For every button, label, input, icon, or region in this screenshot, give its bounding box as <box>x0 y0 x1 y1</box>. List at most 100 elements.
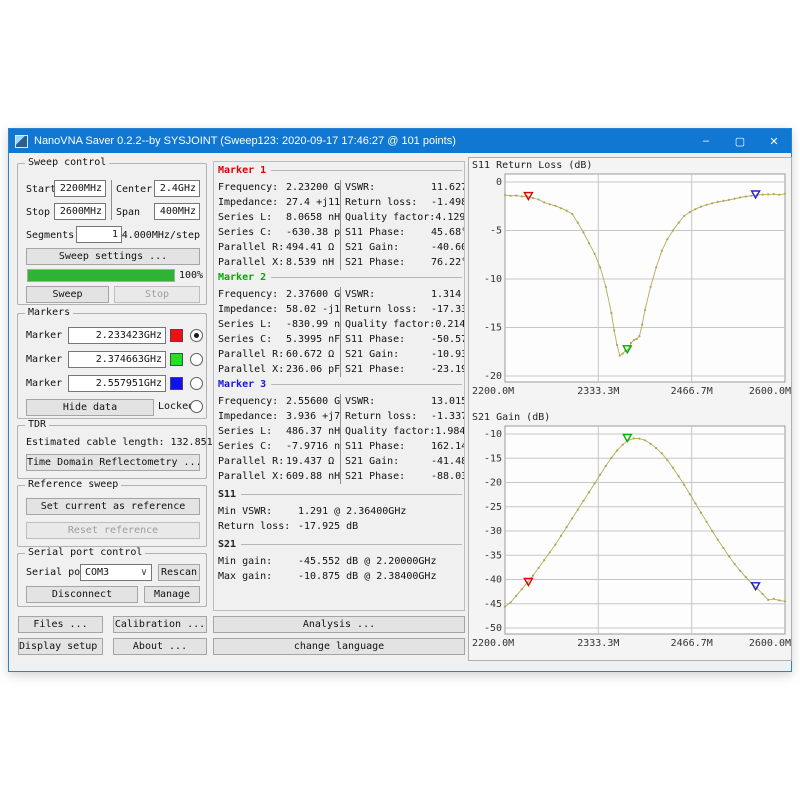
rescan-button[interactable]: Rescan <box>158 564 200 581</box>
tdr-group: TDR Estimated cable length: 132.851 m Ti… <box>17 425 207 479</box>
manage-button[interactable]: Manage <box>144 586 200 603</box>
y-tick-label: -50 <box>484 623 502 634</box>
tdr-button[interactable]: Time Domain Reflectometry ... <box>26 454 200 471</box>
x-tick-label: 2200.0M <box>472 638 514 649</box>
field-value: -23.19° <box>431 362 464 377</box>
field-row: VSWR:11.627 <box>345 180 464 195</box>
field-row: Impedance:27.4 +j113 Ω <box>218 195 340 210</box>
chart-s11-return-loss[interactable]: 0-5-10-15-202200.0M2333.3M2466.7M2600.0M… <box>469 158 791 408</box>
x-tick-label: 2466.7M <box>671 386 713 397</box>
hide-data-button[interactable]: Hide data <box>26 399 154 416</box>
field-label: Return loss: <box>218 519 298 534</box>
field-value: 609.88 nH <box>286 469 340 484</box>
field-value: 45.68° <box>431 225 464 240</box>
y-tick-label: -35 <box>484 550 502 561</box>
about-button[interactable]: About ... <box>113 638 207 655</box>
disconnect-button[interactable]: Disconnect <box>26 586 138 603</box>
field-label: Min VSWR: <box>218 504 298 519</box>
display-setup-button[interactable]: Display setup ... <box>18 638 103 655</box>
field-label: Parallel X: <box>218 362 286 377</box>
field-row: Parallel X:609.88 nH <box>218 469 340 484</box>
marker-data-group: Marker 2Frequency:2.37600 GHzImpedance:5… <box>218 271 464 377</box>
field-row: Series C:-7.9716 nF <box>218 439 340 454</box>
stop-button[interactable]: Stop <box>114 286 200 303</box>
maximize-icon[interactable]: ▢ <box>723 129 757 153</box>
field-row: Series L:8.0658 nH <box>218 210 340 225</box>
stop-input[interactable] <box>54 203 106 220</box>
segments-input[interactable] <box>76 226 122 243</box>
set-reference-button[interactable]: Set current as reference <box>26 498 200 515</box>
y-tick-label: -15 <box>484 323 502 334</box>
field-value: -41.488 dB <box>431 454 464 469</box>
serial-port-select[interactable]: COM3 ∨ <box>80 564 152 581</box>
y-tick-label: 0 <box>496 177 502 188</box>
field-value: 486.37 nH <box>286 424 340 439</box>
chart-title: S11 Return Loss (dB) <box>472 160 592 171</box>
step-text: 4.000MHz/step <box>122 230 200 241</box>
marker-frequency-input[interactable] <box>68 327 166 344</box>
marker-data-panel: Marker 1Frequency:2.23200 GHzImpedance:2… <box>213 161 465 611</box>
marker-label: Marker 1 <box>26 330 74 341</box>
y-tick-label: -10 <box>484 274 502 285</box>
field-label: Impedance: <box>218 302 286 317</box>
group-title: Serial port control <box>25 547 145 559</box>
change-language-button[interactable]: change language <box>213 638 465 655</box>
field-row: S21 Phase:-88.03° <box>345 469 464 484</box>
field-row: S21 Gain:-41.488 dB <box>345 454 464 469</box>
stats-group: S11Min VSWR:1.291 @ 2.36400GHzReturn los… <box>218 488 464 534</box>
field-row: S11 Phase:-50.57° <box>345 332 464 347</box>
field-value: 58.02 -j12.4 Ω <box>286 302 340 317</box>
marker-color-swatch[interactable] <box>170 329 183 342</box>
marker-frequency-input[interactable] <box>68 375 166 392</box>
field-value: -10.875 dB @ 2.38400GHz <box>298 569 436 584</box>
marker-color-swatch[interactable] <box>170 377 183 390</box>
files-button[interactable]: Files ... <box>18 616 103 633</box>
field-value: -17.338 dB <box>431 302 464 317</box>
chevron-down-icon: ∨ <box>141 565 147 580</box>
marker-select-radio[interactable] <box>190 329 203 342</box>
sweep-settings-button[interactable]: Sweep settings ... <box>26 248 200 265</box>
field-label: S11 Phase: <box>345 225 431 240</box>
calibration-button[interactable]: Calibration ... <box>113 616 207 633</box>
field-label: VSWR: <box>345 287 431 302</box>
window-title: NanoVNA Saver 0.2.2--by SYSJOINT (Sweep1… <box>34 135 689 147</box>
field-value: 162.14° <box>431 439 464 454</box>
y-tick-label: -30 <box>484 526 502 537</box>
field-row: S21 Gain:-10.933 dB <box>345 347 464 362</box>
marker-select-radio[interactable] <box>190 377 203 390</box>
marker-select-radio[interactable] <box>190 353 203 366</box>
close-icon[interactable]: ✕ <box>757 129 791 153</box>
markers-group: Markers Marker 1Marker 2Marker 3 Hide da… <box>17 313 207 419</box>
sweep-control-group: Sweep control Start Center Stop Span Seg… <box>17 163 207 305</box>
field-value: 5.3995 nF <box>286 332 340 347</box>
field-label: Parallel X: <box>218 469 286 484</box>
field-value: -88.03° <box>431 469 464 484</box>
marker-color-swatch[interactable] <box>170 353 183 366</box>
field-row: Quality factor:4.129 <box>345 210 464 225</box>
field-value: 1.984 <box>435 424 464 439</box>
y-tick-label: -25 <box>484 502 502 513</box>
analysis-button[interactable]: Analysis ... <box>213 616 465 633</box>
span-input[interactable] <box>154 203 200 220</box>
field-value: 60.672 Ω <box>286 347 334 362</box>
center-label: Center <box>116 184 152 195</box>
reset-reference-button[interactable]: Reset reference <box>26 522 200 539</box>
field-value: 8.0658 nH <box>286 210 340 225</box>
column-divider <box>111 180 112 220</box>
marker-frequency-input[interactable] <box>68 351 166 368</box>
sweep-button[interactable]: Sweep <box>26 286 109 303</box>
field-row: S21 Phase:-23.19° <box>345 362 464 377</box>
serial-port-value: COM3 <box>85 567 109 578</box>
field-value: 11.627 <box>431 180 464 195</box>
minimize-icon[interactable]: – <box>689 129 723 153</box>
chart-s21-gain[interactable]: -10-15-20-25-30-35-40-45-502200.0M2333.3… <box>469 410 791 660</box>
field-label: Parallel R: <box>218 347 286 362</box>
y-tick-label: -15 <box>484 453 502 464</box>
app-window: NanoVNA Saver 0.2.2--by SYSJOINT (Sweep1… <box>8 128 792 672</box>
start-input[interactable] <box>54 180 106 197</box>
center-input[interactable] <box>154 180 200 197</box>
field-label: Min gain: <box>218 554 298 569</box>
locked-radio[interactable] <box>190 400 203 413</box>
field-label: Frequency: <box>218 287 286 302</box>
span-label: Span <box>116 207 140 218</box>
